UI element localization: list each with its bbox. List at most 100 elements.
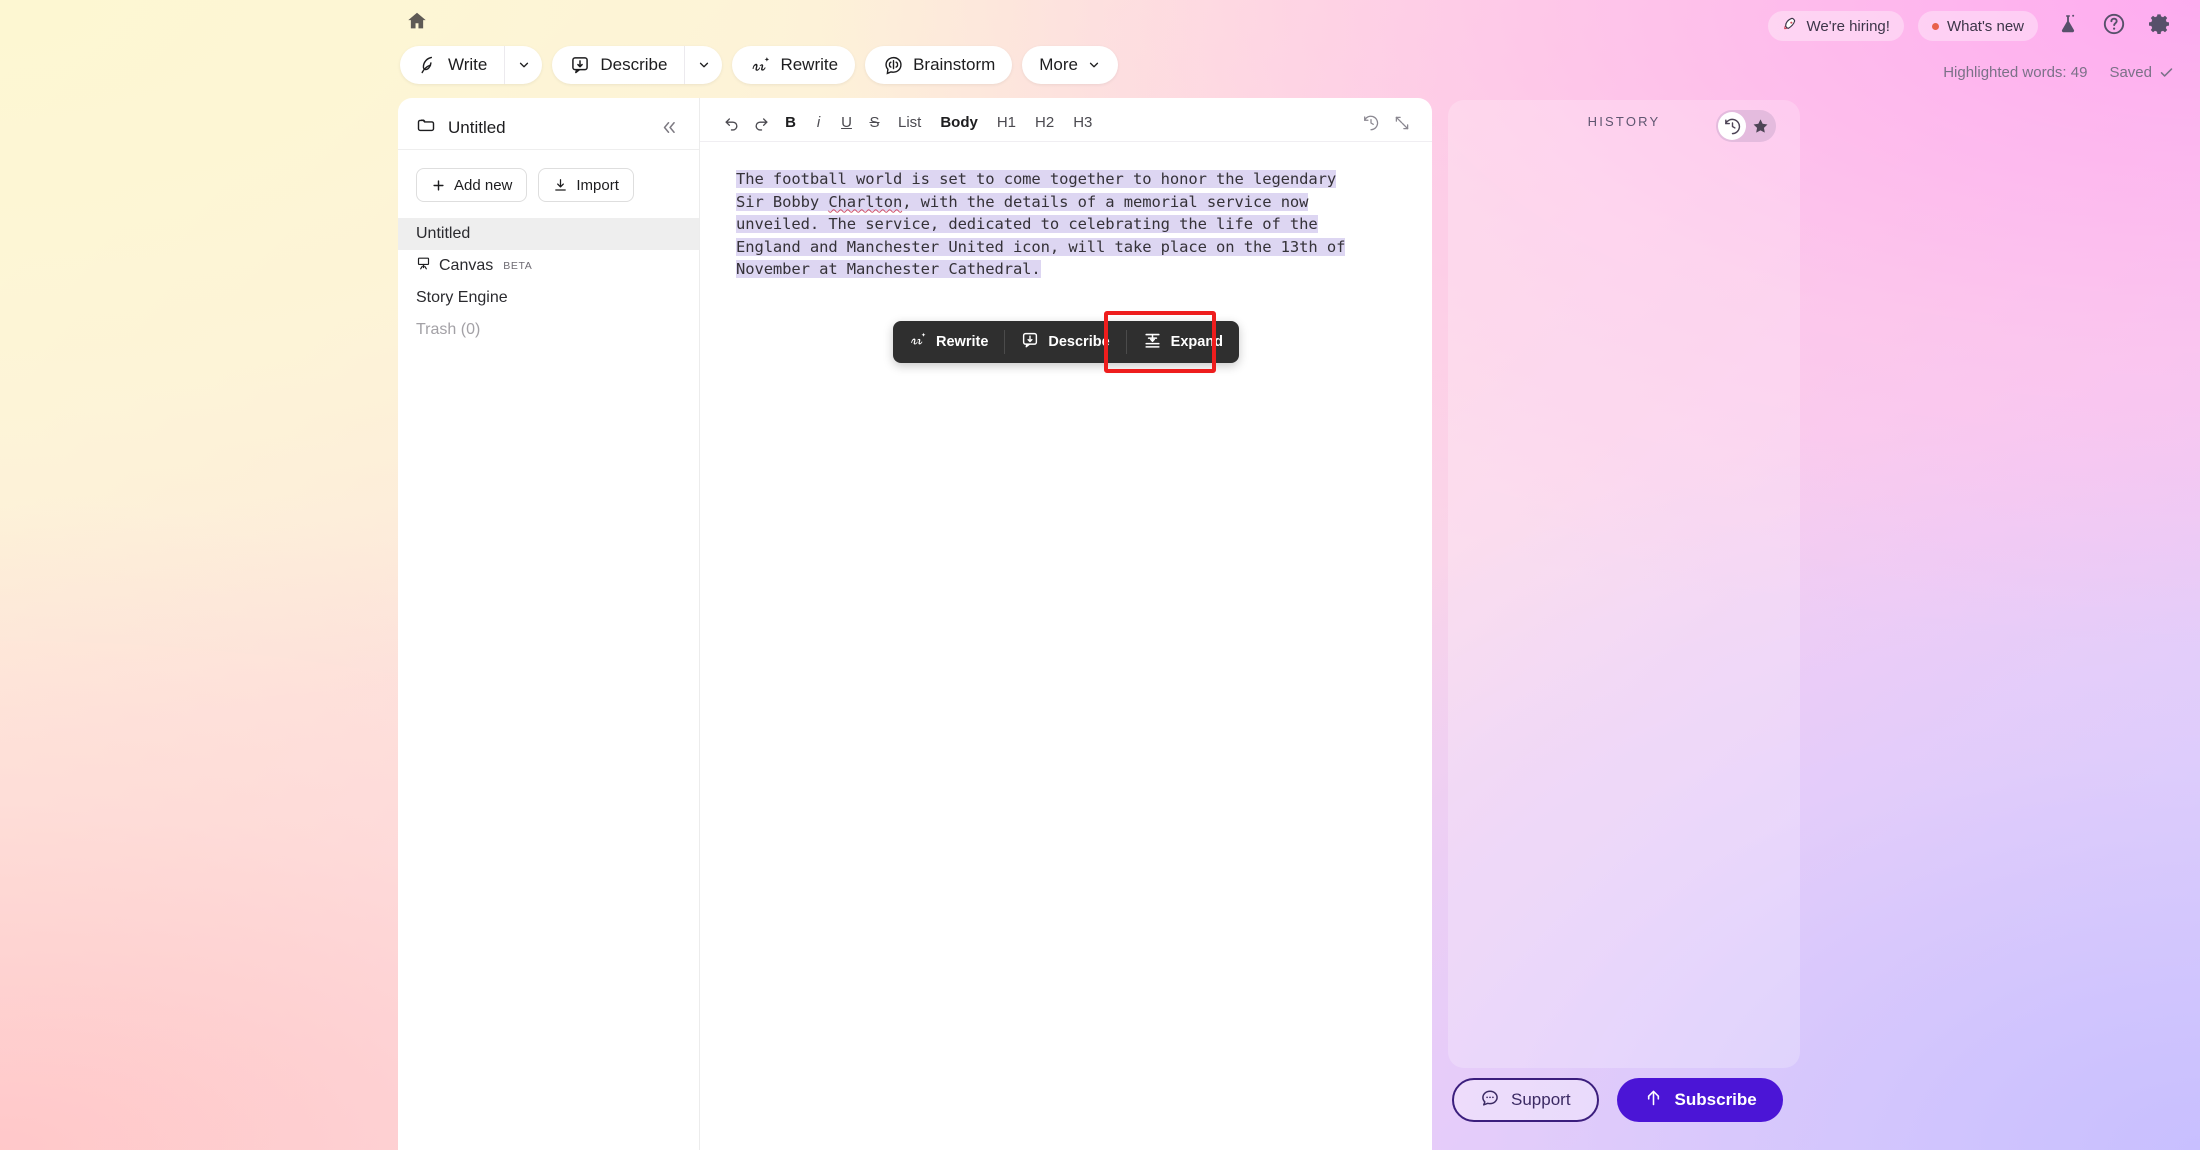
labs-button[interactable]: [2052, 10, 2084, 42]
describe-card-icon: [569, 54, 591, 76]
whats-new-label: What's new: [1946, 17, 2024, 35]
status-row: Highlighted words: 49 Saved: [1943, 64, 2174, 81]
quill-pen-icon: [417, 54, 439, 76]
h1-button[interactable]: H1: [989, 109, 1024, 137]
support-label: Support: [1511, 1090, 1571, 1109]
redo-button[interactable]: [748, 109, 775, 137]
notification-dot: [1931, 22, 1939, 30]
saved-label: Saved: [2109, 64, 2152, 81]
star-icon: [1753, 118, 1767, 133]
history-panel-header: HISTORY: [1448, 100, 1800, 142]
describe-card-icon: [1021, 331, 1039, 353]
list-button[interactable]: List: [890, 109, 929, 137]
clock-history-icon: [1364, 115, 1379, 130]
ai-sparkle-icon: [749, 54, 771, 76]
diagonal-resize-icon: [1395, 116, 1409, 129]
redo-icon: [755, 118, 768, 131]
support-button[interactable]: Support: [1452, 1078, 1599, 1122]
undo-icon: [725, 118, 738, 131]
ai-rewrite-label: Rewrite: [936, 334, 989, 350]
editor-history-button[interactable]: [1357, 109, 1385, 137]
describe-group: Describe: [552, 46, 723, 84]
underline-button[interactable]: U: [834, 109, 859, 137]
brainstorm-label: Brainstorm: [913, 55, 996, 74]
more-group: More: [1022, 46, 1118, 84]
chevron-down-icon: [1089, 62, 1099, 68]
body-style-button[interactable]: Body: [932, 109, 986, 137]
more-button[interactable]: More: [1022, 46, 1118, 84]
ai-sparkle-icon: [909, 331, 927, 353]
beta-badge: BETA: [503, 260, 533, 272]
misspelled-word[interactable]: Charlton: [828, 192, 902, 211]
h3-button[interactable]: H3: [1065, 109, 1100, 137]
rewrite-button[interactable]: Rewrite: [732, 46, 855, 84]
sidebar-item-untitled[interactable]: Untitled: [398, 218, 699, 250]
download-icon: [555, 179, 567, 191]
sidebar-item-canvas[interactable]: Canvas BETA: [398, 250, 699, 282]
sidebar-item-label: Story Engine: [416, 289, 508, 306]
sidebar-collapse-button[interactable]: [655, 115, 681, 141]
describe-label: Describe: [600, 55, 668, 74]
history-tab-starred[interactable]: [1746, 112, 1774, 140]
document-body[interactable]: The football world is set to come togeth…: [700, 142, 1432, 281]
rewrite-group: Rewrite: [732, 46, 856, 84]
document-paragraph[interactable]: The football world is set to come togeth…: [736, 168, 1348, 281]
plus-icon: [433, 179, 444, 191]
import-label: Import: [576, 176, 619, 194]
settings-button[interactable]: [2144, 10, 2176, 42]
fullscreen-button[interactable]: [1388, 109, 1416, 137]
bottom-actions: Support Subscribe: [1452, 1078, 1783, 1122]
sidebar-actions: Add new Import: [398, 150, 699, 218]
sidebar-item-trash[interactable]: Trash (0): [398, 314, 699, 346]
sidebar: Untitled Add new Import Untitled Canvas …: [398, 98, 700, 1150]
brainstorm-button[interactable]: Brainstorm: [865, 46, 1012, 84]
editor-format-toolbar: B i U S List Body H1 H2 H3: [700, 104, 1432, 142]
folder-icon: [416, 115, 436, 140]
ai-rewrite-button[interactable]: Rewrite: [893, 321, 1004, 363]
ai-expand-label: Expand: [1170, 334, 1224, 350]
bold-button[interactable]: B: [778, 109, 803, 137]
import-button[interactable]: Import: [538, 168, 634, 202]
h2-button[interactable]: H2: [1027, 109, 1062, 137]
chevron-down-icon: [699, 62, 709, 68]
ai-describe-label: Describe: [1048, 334, 1110, 350]
add-new-button[interactable]: Add new: [416, 168, 528, 202]
home-button[interactable]: [402, 8, 432, 38]
ai-expand-button[interactable]: Expand: [1127, 321, 1239, 363]
ai-context-toolbar: Rewrite Describe Expand: [893, 321, 1240, 363]
gear-icon: [2148, 12, 2172, 41]
describe-button[interactable]: Describe: [552, 46, 684, 84]
subscribe-label: Subscribe: [1674, 1090, 1757, 1109]
question-circle-icon: [2102, 12, 2126, 41]
history-tab-recent[interactable]: [1718, 112, 1746, 140]
hiring-badge[interactable]: We're hiring!: [1768, 11, 1904, 41]
chevrons-left-icon: [663, 121, 675, 134]
rocket-icon: [1782, 16, 1798, 36]
clock-history-icon: [1724, 118, 1740, 134]
check-icon: [2160, 68, 2173, 77]
flask-icon: [2057, 13, 2079, 40]
sidebar-header: Untitled: [398, 106, 699, 150]
subscribe-button[interactable]: Subscribe: [1616, 1078, 1783, 1122]
write-button[interactable]: Write: [400, 46, 504, 84]
chat-bubble-icon: [1480, 1088, 1500, 1113]
ai-describe-button[interactable]: Describe: [1005, 321, 1125, 363]
history-panel: HISTORY: [1448, 100, 1800, 1068]
write-label: Write: [448, 55, 488, 74]
hiring-label: We're hiring!: [1806, 17, 1890, 35]
easel-icon: [416, 256, 431, 276]
strikethrough-button[interactable]: S: [862, 109, 887, 137]
help-button[interactable]: [2098, 10, 2130, 42]
up-arrow-icon: [1643, 1087, 1664, 1113]
more-label: More: [1039, 55, 1078, 74]
italic-button[interactable]: i: [806, 109, 831, 137]
write-dropdown-caret[interactable]: [504, 46, 542, 84]
whats-new-badge[interactable]: What's new: [1917, 11, 2038, 41]
undo-button[interactable]: [718, 109, 745, 137]
brainstorm-group: Brainstorm: [865, 46, 1013, 84]
describe-dropdown-caret[interactable]: [684, 46, 722, 84]
sidebar-item-label: Trash (0): [416, 321, 481, 338]
sidebar-title: Untitled: [448, 117, 506, 137]
sidebar-item-label: Canvas: [439, 257, 494, 274]
sidebar-item-story-engine[interactable]: Story Engine: [398, 282, 699, 314]
